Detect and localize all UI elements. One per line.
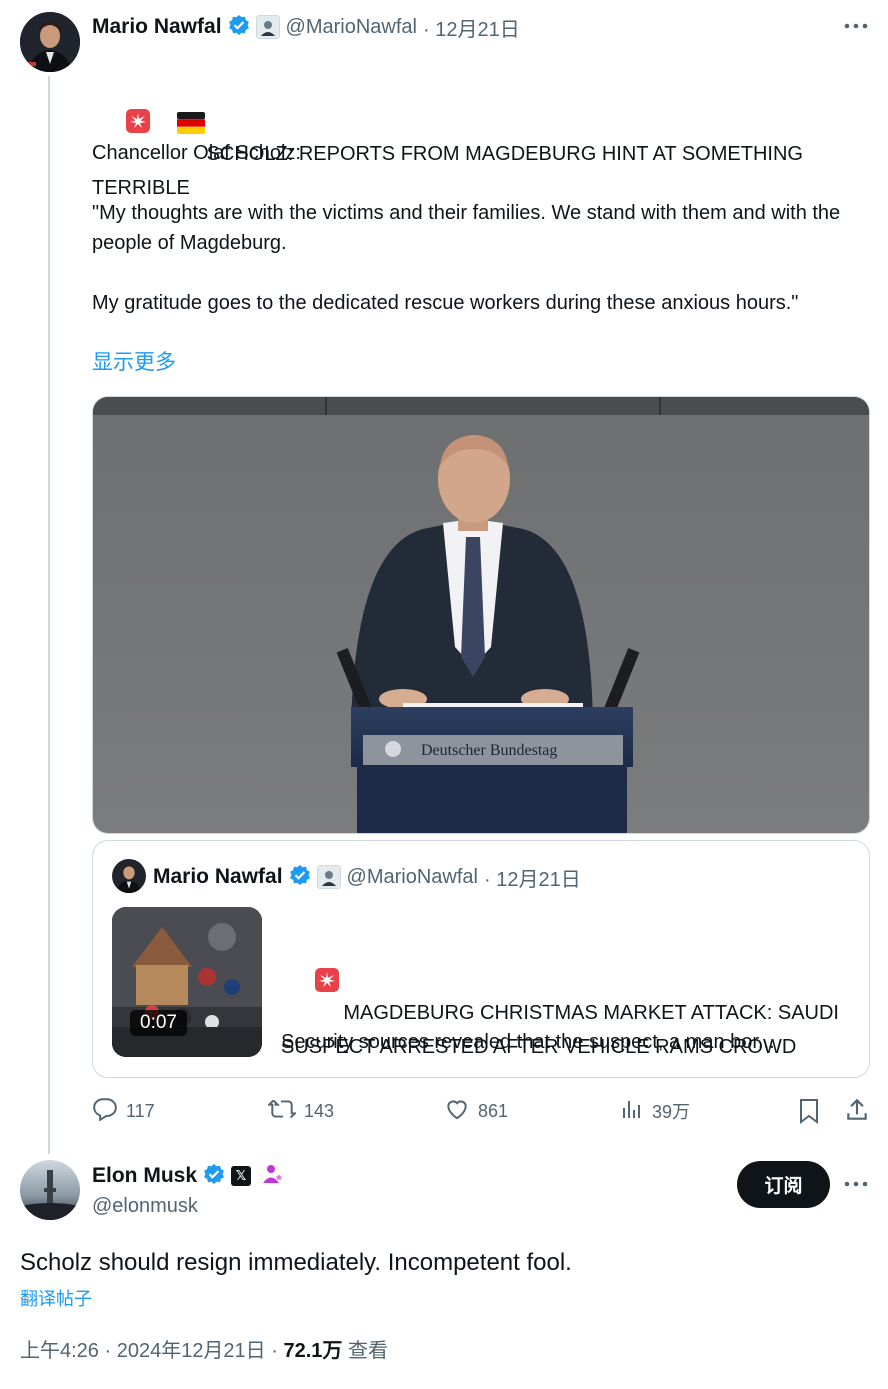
- lectern-label: Deutscher Bundestag: [421, 742, 557, 759]
- elon-handle[interactable]: @elonmusk: [92, 1192, 198, 1220]
- like-count: 861: [478, 1100, 509, 1121]
- like-icon: [444, 1096, 470, 1127]
- verified-badge-icon: [203, 1163, 225, 1190]
- mario-avatar[interactable]: [20, 12, 80, 72]
- elon-name[interactable]: Elon Musk: [92, 1164, 197, 1188]
- post-timestamp[interactable]: 上午4:26 · 2024年12月21日 ·: [20, 1340, 283, 1362]
- reply-count: 117: [126, 1100, 155, 1121]
- author-handle[interactable]: @MarioNawfal: [286, 16, 417, 39]
- affiliate-avatar-icon: [316, 865, 341, 889]
- repost-button[interactable]: 143: [266, 1096, 335, 1127]
- views-count: 39万: [652, 1102, 691, 1122]
- like-button[interactable]: 861: [444, 1096, 508, 1126]
- tweet1-header: Mario Nawfal @MarioNawfal · 12月21日: [92, 12, 520, 42]
- view-count: 72.1万: [283, 1340, 343, 1362]
- views-button[interactable]: 39万: [620, 1096, 690, 1126]
- repost-count: 143: [304, 1100, 335, 1121]
- author-name[interactable]: Mario Nawfal: [92, 15, 222, 39]
- quote-handle: @MarioNawfal: [346, 865, 478, 888]
- quote-author-name: Mario Nawfal: [153, 865, 283, 888]
- subscribe-button[interactable]: 订阅: [737, 1161, 830, 1208]
- post-date[interactable]: · 12月21日: [423, 13, 520, 42]
- repost-icon: [266, 1096, 298, 1127]
- affiliate-user-icon: [261, 1162, 285, 1191]
- quote-date: · 12月21日: [483, 868, 581, 891]
- views-icon: [620, 1097, 644, 1126]
- tweet1-body: Chancellor Olaf Scholz: "My thoughts are…: [92, 142, 841, 314]
- tweet2-meta: 上午4:26 · 2024年12月21日 · 72.1万 查看: [20, 1336, 388, 1366]
- tweet1-media[interactable]: Deutscher Bundestag: [92, 396, 870, 834]
- x-logo-icon[interactable]: 𝕏: [231, 1166, 252, 1186]
- video-duration: 0:07: [130, 1010, 187, 1036]
- quote-video-thumbnail[interactable]: 0:07: [112, 907, 262, 1057]
- quote-snippet: Security sources revealed that the suspe…: [281, 1031, 775, 1053]
- affiliate-avatar-icon[interactable]: [255, 15, 280, 39]
- more-icon[interactable]: [842, 14, 870, 38]
- tweet2-header: Elon Musk 𝕏: [92, 1161, 285, 1191]
- reply-icon: [92, 1096, 118, 1127]
- elon-avatar[interactable]: [20, 1160, 80, 1220]
- reply-button[interactable]: 117: [92, 1096, 155, 1126]
- verified-badge-icon: [289, 864, 311, 891]
- views-label: 查看: [342, 1340, 388, 1362]
- show-more-link[interactable]: 显示更多: [92, 348, 176, 378]
- quote-header: Mario Nawfal @MarioNawfal · 12月21日: [153, 862, 581, 892]
- more-icon[interactable]: [842, 1172, 870, 1196]
- share-icon[interactable]: [844, 1097, 870, 1128]
- translate-link[interactable]: 翻译帖子: [20, 1286, 92, 1312]
- tweet2-text: Scholz should resign immediately. Incomp…: [20, 1249, 572, 1276]
- verified-badge-icon: [228, 14, 250, 41]
- thread-connector: [48, 76, 50, 1154]
- quote-avatar[interactable]: [112, 859, 146, 893]
- bookmark-icon[interactable]: [797, 1097, 821, 1130]
- alarm-light-icon: [292, 937, 340, 1032]
